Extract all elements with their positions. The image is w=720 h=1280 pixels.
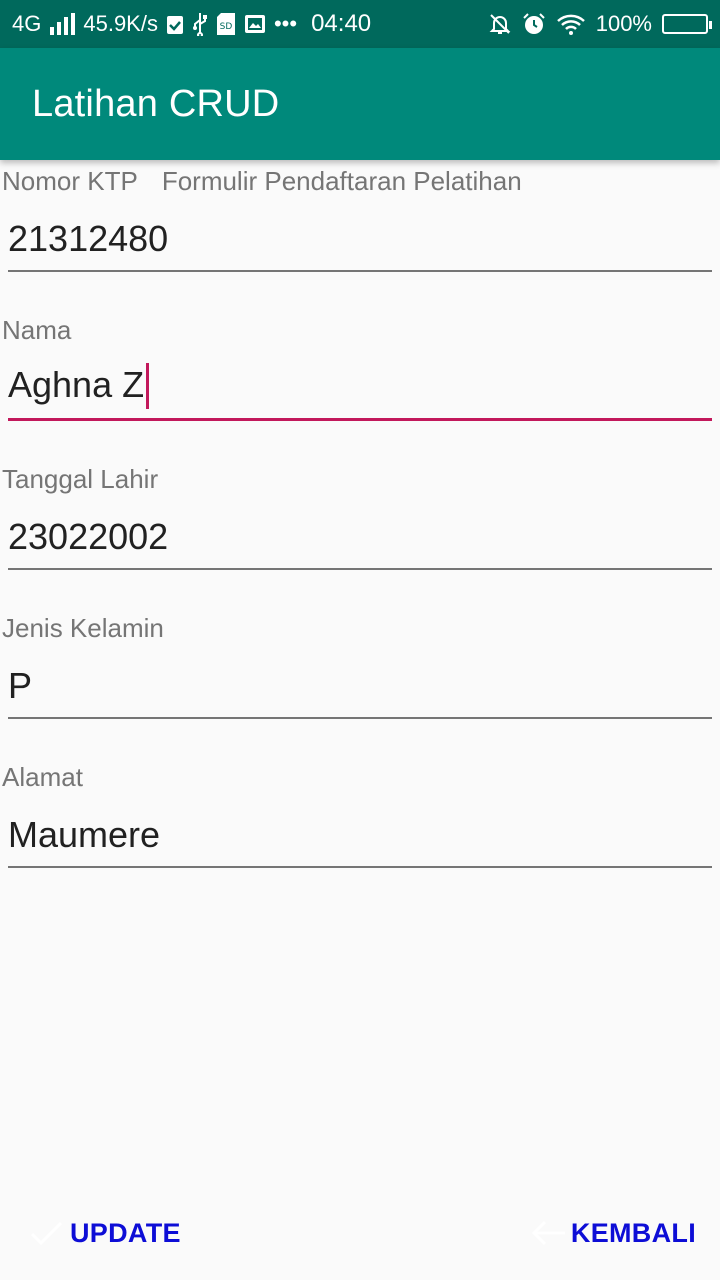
update-label: UPDATE <box>70 1217 181 1248</box>
status-time: 04:40 <box>311 10 372 37</box>
check-clipboard-icon <box>166 13 184 35</box>
alamat-value: Maumere <box>8 814 161 855</box>
alamat-label: Alamat <box>2 761 83 792</box>
arrow-left-icon <box>529 1218 567 1248</box>
svg-text:SD: SD <box>220 22 233 32</box>
registration-form: Nomor KTP Formulir Pendaftaran Pelatihan… <box>0 160 720 868</box>
more-dots: ••• <box>273 11 298 36</box>
nomor-ktp-value: 21312480 <box>8 218 169 259</box>
text-cursor <box>146 362 150 409</box>
form-title: Formulir Pendaftaran Pelatihan <box>161 165 522 196</box>
form-header: Nomor KTP Formulir Pendaftaran Pelatihan <box>0 160 720 202</box>
battery-percent: 100% <box>595 11 652 36</box>
nama-value: Aghna Z <box>8 364 145 406</box>
bell-off-icon <box>488 12 512 36</box>
gallery-icon <box>244 14 266 34</box>
tanggal-lahir-value: 23022002 <box>8 516 169 557</box>
kembali-button[interactable]: KEMBALI <box>529 1218 696 1249</box>
nomor-ktp-label: Nomor KTP <box>2 165 138 196</box>
check-icon <box>28 1218 66 1248</box>
status-left: 4G 45.9K/s SD ••• 04:40 <box>12 10 371 38</box>
nama-value-wrap: Aghna Z <box>8 358 150 410</box>
tanggal-lahir-field[interactable]: 23022002 <box>8 500 712 570</box>
status-bar: 4G 45.9K/s SD ••• 04:40 100% <box>0 0 720 48</box>
tanggal-lahir-label: Tanggal Lahir <box>2 463 159 494</box>
network-speed: 45.9K/s <box>83 11 158 36</box>
kembali-label: KEMBALI <box>570 1217 696 1248</box>
network-type: 4G <box>12 11 42 36</box>
app-title: Latihan CRUD <box>32 82 280 125</box>
app-bar: Latihan CRUD <box>0 48 720 160</box>
alamat-field[interactable]: Maumere <box>8 798 712 868</box>
nama-field[interactable]: Aghna Z <box>8 351 712 421</box>
battery-icon <box>662 14 712 34</box>
signal-icon <box>49 13 76 35</box>
alarm-icon <box>522 12 546 36</box>
wifi-icon <box>556 13 586 35</box>
sd-card-icon: SD <box>216 12 236 36</box>
jenis-kelamin-label: Jenis Kelamin <box>2 612 164 643</box>
update-button[interactable]: UPDATE <box>28 1218 181 1249</box>
nama-label: Nama <box>2 314 72 345</box>
nomor-ktp-field[interactable]: 21312480 <box>8 202 712 272</box>
action-bar: UPDATE KEMBALI <box>0 1200 720 1266</box>
status-right: 100% <box>488 11 712 37</box>
usb-icon <box>192 12 208 36</box>
jenis-kelamin-field[interactable]: P <box>8 649 712 719</box>
jenis-kelamin-value: P <box>8 665 33 706</box>
